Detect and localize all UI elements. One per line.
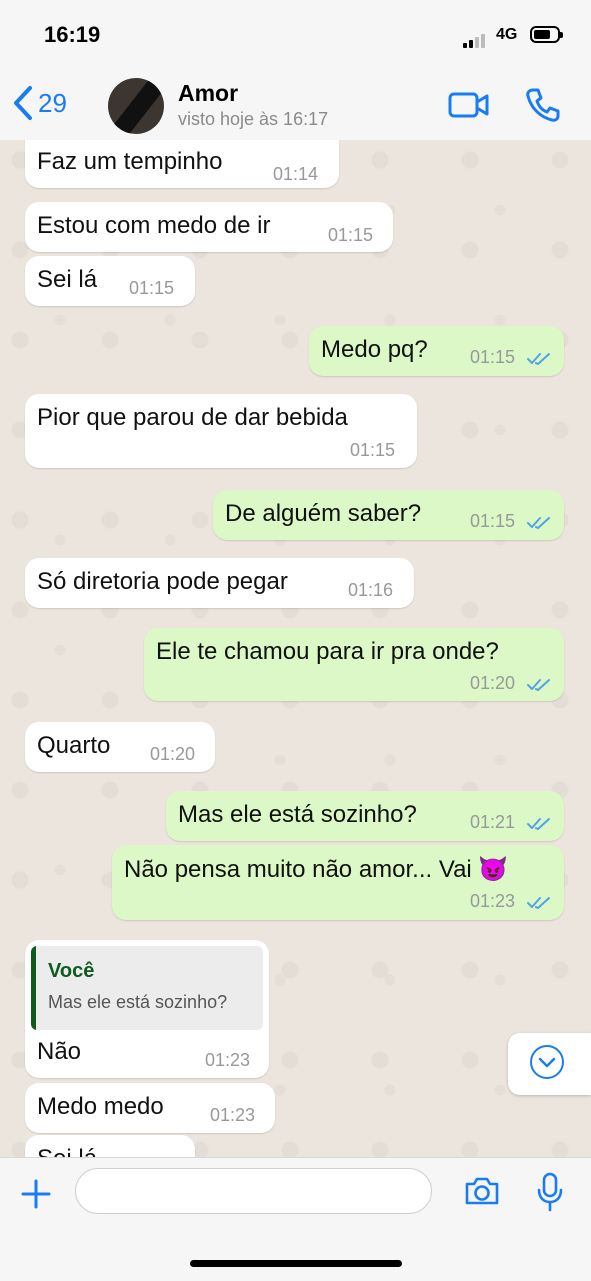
scroll-to-bottom-button[interactable]: [508, 1033, 591, 1095]
chat-header: 29 Amor visto hoje às 16:17: [0, 70, 591, 141]
microphone-icon: [537, 1172, 563, 1212]
back-chevron-icon: [14, 86, 32, 120]
read-receipt-icon: [527, 897, 550, 909]
video-camera-icon: [448, 92, 489, 118]
unread-count: 29: [38, 87, 67, 118]
message-list[interactable]: Faz um tempinho 01:14 Estou com medo de …: [0, 140, 591, 1157]
message-composer: [0, 1157, 591, 1281]
message-text: Sei lá: [37, 1145, 97, 1157]
message-bubble-incoming[interactable]: Sei lá: [25, 1135, 195, 1157]
message-input[interactable]: [75, 1168, 432, 1214]
network-type: 4G: [496, 26, 518, 43]
message-bubble-outgoing[interactable]: Medo pq? 01:15: [309, 326, 564, 376]
attach-button[interactable]: [20, 1178, 52, 1215]
message-bubble-incoming[interactable]: Estou com medo de ir 01:15: [25, 202, 393, 252]
message-bubble-incoming[interactable]: Pior que parou de dar bebida 01:15: [25, 394, 417, 468]
message-text: Não pensa muito não amor... Vai 😈: [124, 856, 509, 883]
message-time: 01:15: [470, 347, 516, 367]
message-bubble-incoming-reply[interactable]: Você Mas ele está sozinho? Não 01:23: [25, 940, 269, 1078]
quoted-message[interactable]: Você Mas ele está sozinho?: [31, 946, 263, 1030]
message-bubble-incoming[interactable]: Quarto 01:20: [25, 722, 215, 772]
contact-status: visto hoje às 16:17: [178, 109, 329, 129]
phone-icon: [526, 88, 560, 122]
chevron-down-icon: [530, 1045, 564, 1079]
message-time: 01:23: [205, 1050, 251, 1070]
camera-button[interactable]: [464, 1176, 500, 1211]
message-time: 01:15: [350, 440, 396, 460]
read-receipt-icon: [527, 353, 550, 365]
message-time: 01:16: [348, 580, 394, 600]
message-bubble-incoming[interactable]: Sei lá 01:15: [25, 256, 195, 306]
video-call-button[interactable]: [448, 92, 490, 123]
message-text: Medo pq?: [321, 336, 428, 363]
read-receipt-icon: [527, 517, 550, 529]
message-text: Quarto: [37, 732, 111, 759]
status-bar: 16:19 4G: [0, 0, 591, 70]
voice-message-button[interactable]: [537, 1172, 563, 1217]
message-bubble-incoming[interactable]: Só diretoria pode pegar 01:16: [25, 558, 414, 608]
message-bubble-outgoing[interactable]: Não pensa muito não amor... Vai 😈 01:23: [112, 845, 564, 920]
message-text: Ele te chamou para ir pra onde?: [156, 638, 499, 665]
message-time: 01:21: [470, 812, 516, 832]
plus-icon: [21, 1179, 51, 1209]
quoted-text: Mas ele está sozinho?: [48, 992, 228, 1012]
message-text: Faz um tempinho: [37, 148, 223, 175]
message-bubble-incoming[interactable]: Medo medo 01:23: [25, 1083, 275, 1133]
read-receipt-icon: [527, 818, 550, 830]
battery-icon: [530, 26, 563, 43]
camera-icon: [465, 1177, 499, 1205]
message-time: 01:23: [470, 891, 516, 911]
message-bubble-outgoing[interactable]: De alguém saber? 01:15: [213, 490, 564, 540]
contact-name[interactable]: Amor: [178, 80, 238, 107]
read-receipt-icon: [527, 679, 550, 691]
message-text: Medo medo: [37, 1093, 164, 1120]
message-bubble-incoming[interactable]: Faz um tempinho 01:14: [25, 140, 339, 188]
message-time: 01:14: [273, 164, 319, 184]
message-time: 01:15: [470, 511, 516, 531]
message-time: 01:20: [470, 673, 516, 693]
message-time: 01:15: [129, 278, 175, 298]
message-text: Sei lá: [37, 266, 98, 293]
message-bubble-outgoing[interactable]: Ele te chamou para ir pra onde? 01:20: [144, 628, 564, 701]
message-text: Pior que parou de dar bebida: [37, 404, 348, 431]
voice-call-button[interactable]: [524, 86, 562, 129]
message-text: Mas ele está sozinho?: [178, 801, 417, 828]
quoted-author: Você: [48, 960, 95, 982]
message-text: Só diretoria pode pegar: [37, 568, 288, 595]
message-text: Não: [37, 1038, 82, 1065]
message-text: Estou com medo de ir: [37, 212, 271, 239]
signal-icon: [463, 30, 487, 48]
message-text: De alguém saber?: [225, 500, 422, 527]
status-time: 16:19: [44, 22, 101, 47]
quote-bar: [31, 946, 36, 1030]
back-button[interactable]: 29: [12, 85, 67, 121]
avatar[interactable]: [108, 78, 164, 134]
message-time: 01:20: [150, 744, 196, 764]
message-time: 01:23: [210, 1105, 256, 1125]
message-time: 01:15: [328, 225, 374, 245]
message-bubble-outgoing[interactable]: Mas ele está sozinho? 01:21: [166, 791, 564, 841]
home-indicator: [190, 1260, 402, 1267]
